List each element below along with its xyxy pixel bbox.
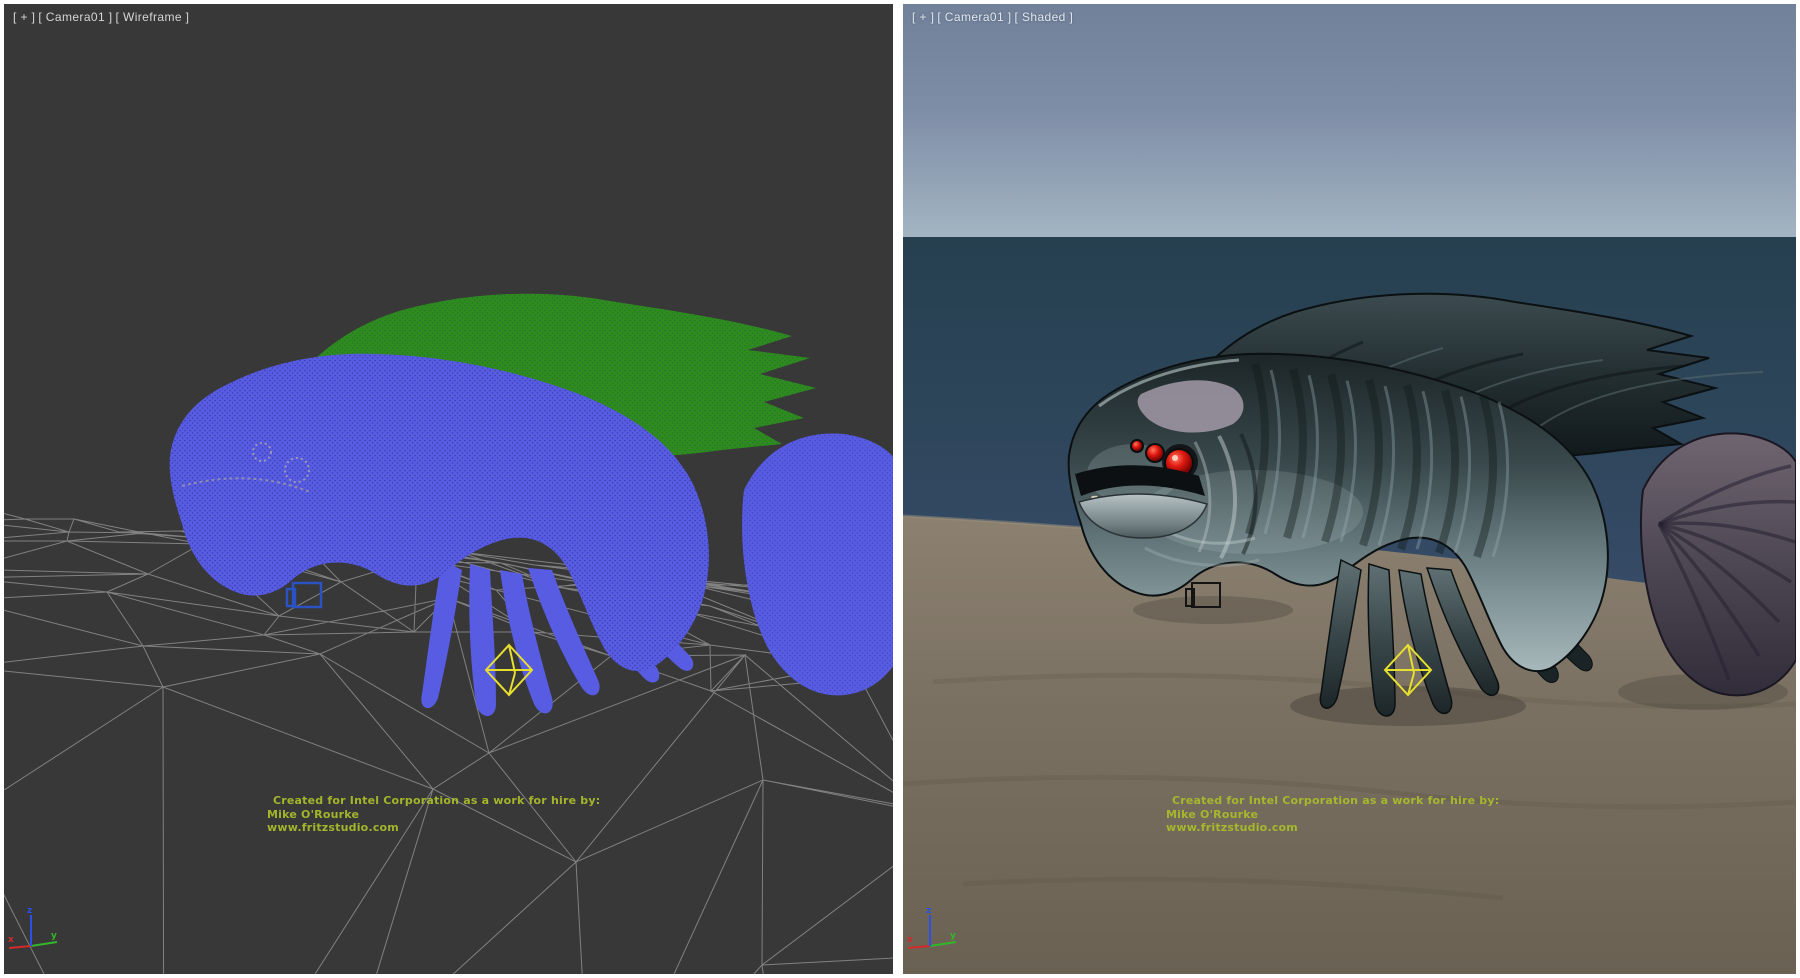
axis-y-line [31, 942, 57, 946]
scene-annotation: Created for Intel Corporation as a work … [1166, 794, 1499, 835]
annotation-line-2: Mike O'Rourke [1166, 808, 1499, 822]
viewport-shaded[interactable]: [ + ][ Camera01 ] [ Shaded ] [903, 4, 1796, 974]
eye-red [1132, 441, 1142, 451]
axis-tripod: x y z [905, 904, 969, 974]
annotation-line-1: Created for Intel Corporation as a work … [1166, 794, 1499, 808]
viewport-pov-menu[interactable]: [ Camera01 ] [937, 10, 1011, 24]
viewport-pov-menu[interactable]: [ Camera01 ] [38, 10, 112, 24]
viewport-expand-menu[interactable]: [ + ] [13, 10, 35, 24]
axis-x-label: x [907, 935, 913, 945]
axis-x-label: x [8, 935, 14, 945]
eye-red [1147, 445, 1163, 461]
viewport-wireframe[interactable]: [ + ][ Camera01 ] [ Wireframe ] Created f… [4, 4, 893, 974]
sky [903, 4, 1796, 237]
annotation-line-1: Created for Intel Corporation as a work … [267, 794, 600, 808]
viewport-menu-left: [ + ][ Camera01 ] [ Wireframe ] [13, 10, 192, 24]
viewport-shading-menu[interactable]: [ Wireframe ] [116, 10, 190, 24]
annotation-line-2: Mike O'Rourke [267, 808, 600, 822]
axis-y-label: y [950, 931, 956, 941]
axis-y-label: y [51, 931, 57, 941]
axis-tripod: x y z [6, 904, 70, 974]
axis-x-line [9, 946, 31, 948]
application-window: [ + ][ Camera01 ][ Wireframe ] Created f… [0, 0, 1800, 978]
box-helper[interactable] [287, 583, 321, 607]
axis-z-label: z [926, 906, 931, 916]
axis-z-label: z [27, 906, 32, 916]
viewport-menu-right: [ + ][ Camera01 ] [ Shaded ] [912, 10, 1076, 24]
annotation-line-3: www.fritzstudio.com [267, 821, 600, 835]
scene-annotation: Created for Intel Corporation as a work … [267, 794, 600, 835]
axis-y-line [930, 942, 956, 946]
viewport-expand-menu[interactable]: [ + ] [912, 10, 934, 24]
annotation-line-3: www.fritzstudio.com [1166, 821, 1499, 835]
viewport-shading-menu[interactable]: [ Shaded ] [1015, 10, 1074, 24]
fish-model-wireframe[interactable] [170, 294, 893, 716]
axis-x-line [908, 946, 930, 948]
